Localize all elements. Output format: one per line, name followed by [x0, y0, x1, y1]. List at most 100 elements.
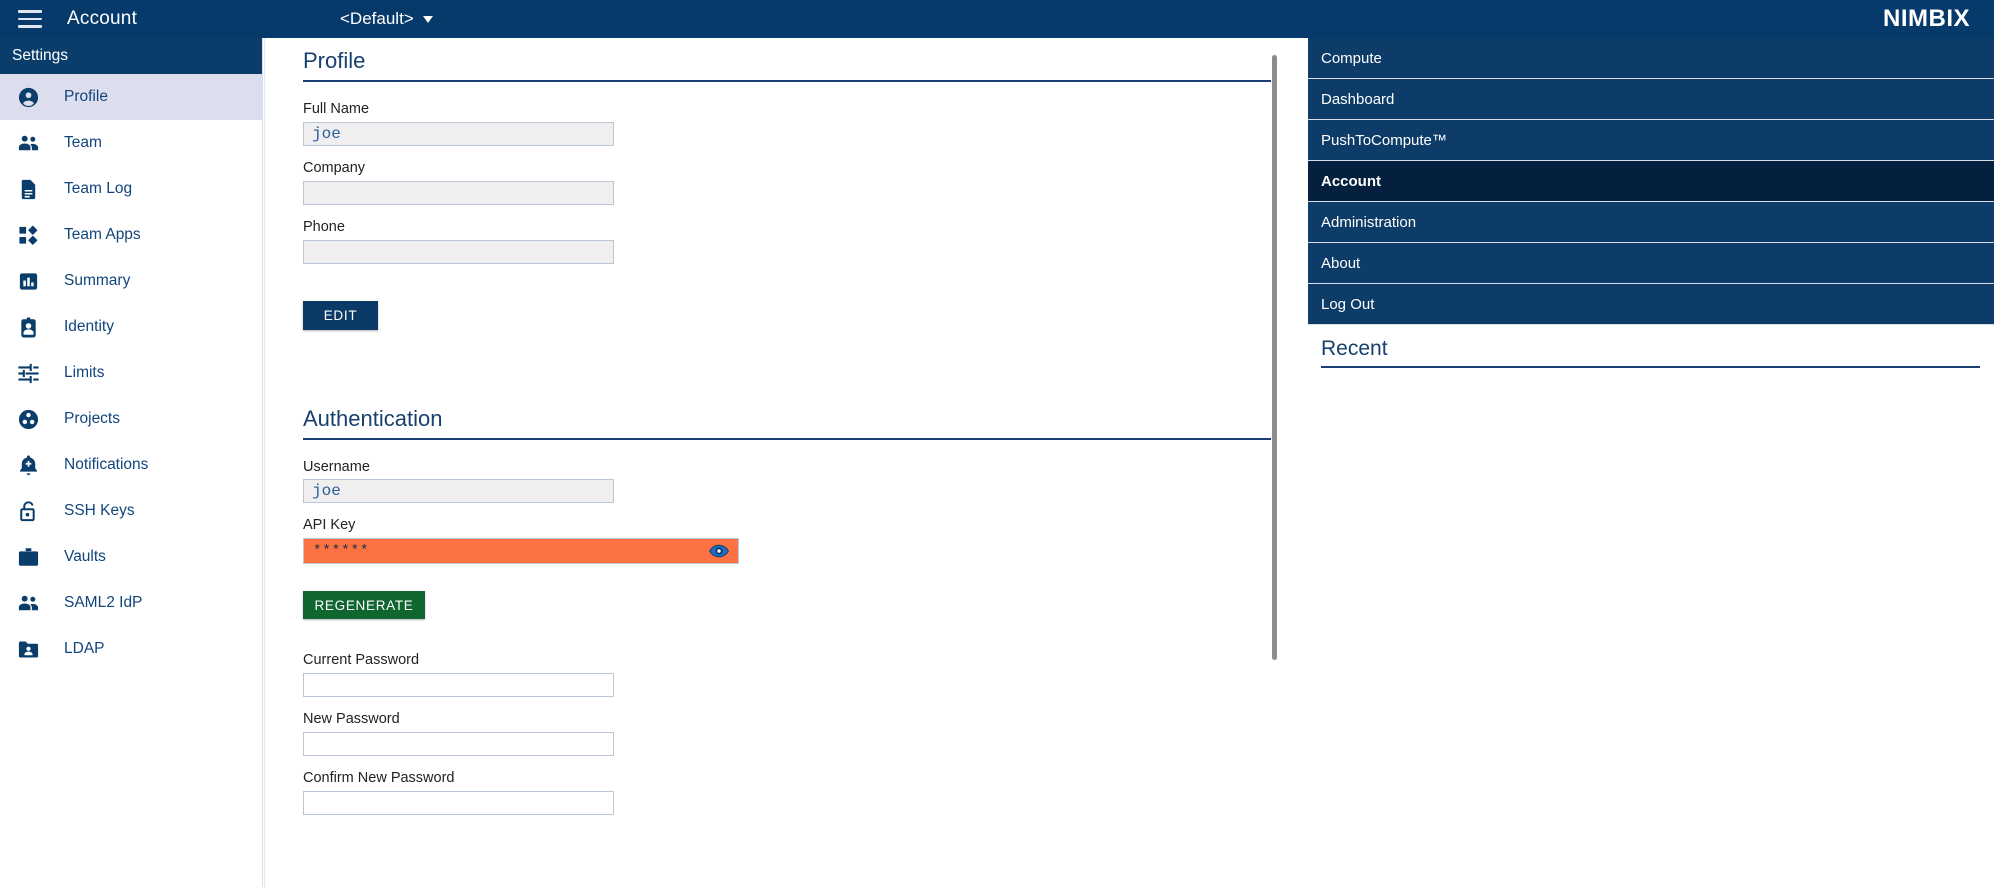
right-nav-item-dashboard[interactable]: Dashboard [1308, 79, 1994, 120]
current-password-input[interactable] [303, 673, 614, 698]
nimbix-logo: NIMBIX [1883, 5, 1970, 32]
sidebar-item-label: Profile [64, 88, 108, 106]
right-nav-item-label: PushToCompute™ [1321, 131, 1447, 149]
sidebar-item-saml2-idp[interactable]: SAML2 IdP [0, 580, 262, 626]
apps-dashboard-icon [14, 221, 42, 249]
right-nav-item-log-out[interactable]: Log Out [1308, 284, 1994, 325]
api-key-masked-value: ****** [313, 543, 370, 560]
confirm-new-password-input[interactable] [303, 790, 614, 815]
username-input[interactable]: joe [303, 479, 614, 504]
sidebar-item-summary[interactable]: Summary [0, 258, 262, 304]
new-password-input[interactable] [303, 731, 614, 756]
right-nav-item-compute[interactable]: Compute [1308, 38, 1994, 79]
right-nav-item-label: About [1321, 254, 1361, 272]
context-selector[interactable]: <Default> [340, 0, 433, 38]
right-nav-item-label: Log Out [1321, 295, 1375, 313]
bell-plus-icon [14, 451, 42, 479]
main-content: Profile Full Name joe Company Phone EDIT… [264, 38, 1309, 887]
sidebar-item-team[interactable]: Team [0, 120, 262, 166]
recent-divider [1321, 366, 1980, 368]
field-username: Username joe [303, 458, 1269, 504]
sidebar-item-label: Notifications [64, 456, 149, 474]
right-nav-item-administration[interactable]: Administration [1308, 202, 1994, 243]
sidebar-item-label: Projects [64, 410, 120, 428]
regenerate-button[interactable]: REGENERATE [303, 591, 425, 620]
recent-title: Recent [1321, 337, 1388, 360]
briefcase-icon [14, 543, 42, 571]
phone-label: Phone [303, 218, 345, 235]
sidebar-item-vaults[interactable]: Vaults [0, 534, 262, 580]
sidebar-item-label: Vaults [64, 548, 106, 566]
context-selector-label: <Default> [340, 9, 414, 28]
company-label: Company [303, 159, 366, 176]
sidebar-item-team-apps[interactable]: Team Apps [0, 212, 262, 258]
sidebar-header: Settings [0, 38, 262, 74]
api-key-label: API Key [303, 517, 356, 534]
main-inner: Profile Full Name joe Company Phone EDIT… [265, 38, 1309, 815]
sidebar-item-profile[interactable]: Profile [0, 74, 262, 120]
sidebar-item-label: Team Log [64, 180, 133, 198]
company-input[interactable] [303, 180, 614, 205]
people-icon [14, 589, 42, 617]
id-badge-icon [14, 313, 42, 341]
right-nav-item-account[interactable]: Account [1308, 161, 1994, 202]
sidebar-item-label: LDAP [64, 640, 105, 658]
full-name-label: Full Name [303, 101, 370, 117]
authentication-section-title: Authentication [303, 405, 443, 431]
sidebar-item-identity[interactable]: Identity [0, 304, 262, 350]
sidebar-item-ssh-keys[interactable]: SSH Keys [0, 488, 262, 534]
sidebar-item-label: SSH Keys [64, 502, 135, 520]
edit-button[interactable]: EDIT [303, 300, 378, 330]
field-new-password: New Password [303, 710, 1269, 756]
profile-section-title: Profile [303, 48, 366, 73]
sidebar-item-label: Team [64, 134, 102, 152]
document-icon [14, 175, 42, 203]
right-nav-item-about[interactable]: About [1308, 243, 1994, 284]
right-nav-list: Compute Dashboard PushToCompute™ Account Adm… [1308, 38, 1994, 325]
top-bar: Account <Default> NIMBIX [0, 0, 1994, 38]
folder-user-icon [14, 635, 42, 663]
api-key-input[interactable]: ****** [303, 538, 739, 565]
field-confirm-new-password: Confirm New Password [303, 769, 1269, 815]
right-nav-item-pushtocompute-[interactable]: PushToCompute™ [1308, 120, 1994, 161]
right-nav-item-label: Account [1321, 172, 1381, 190]
right-nav-panel: Compute Dashboard PushToCompute™ Account Adm… [1308, 38, 1994, 887]
current-password-label: Current Password [303, 652, 420, 669]
right-nav-item-label: Compute [1321, 49, 1382, 67]
field-current-password: Current Password [303, 651, 1269, 698]
bar-chart-icon [14, 267, 42, 295]
top-bar-left: Account [0, 8, 333, 30]
sidebar-item-list: Profile Team Team Log Team Apps Summary Ident… [0, 74, 262, 672]
sidebar-item-label: Summary [64, 272, 131, 290]
right-nav-item-label: Dashboard [1321, 90, 1395, 108]
sidebar-item-projects[interactable]: Projects [0, 396, 262, 442]
sliders-icon [14, 359, 42, 387]
field-phone: Phone [303, 218, 1269, 264]
username-label: Username [303, 458, 370, 475]
new-password-label: New Password [303, 711, 400, 728]
sidebar-item-limits[interactable]: Limits [0, 350, 262, 396]
people-icon [14, 129, 42, 157]
sidebar-item-ldap[interactable]: LDAP [0, 626, 262, 672]
projects-circle-icon [14, 405, 42, 433]
sidebar-item-team-log[interactable]: Team Log [0, 166, 262, 212]
sidebar-item-label: Limits [64, 364, 105, 382]
full-name-input[interactable]: joe [303, 121, 614, 146]
account-circle-icon [14, 83, 42, 111]
sidebar-item-label: SAML2 IdP [64, 594, 143, 612]
app-root: Account <Default> NIMBIX Settings Profil… [0, 0, 1994, 887]
field-api-key: API Key ****** [303, 516, 1269, 565]
right-nav-item-label: Administration [1321, 213, 1417, 231]
authentication-section-divider [303, 437, 1271, 440]
phone-input[interactable] [303, 239, 614, 264]
sidebar-item-notifications[interactable]: Notifications [0, 442, 262, 488]
confirm-new-password-label: Confirm New Password [303, 769, 455, 786]
sidebar-item-label: Team Apps [64, 226, 141, 244]
settings-sidebar: Settings Profile Team Team Log Team Apps Sum… [0, 38, 263, 887]
hamburger-icon[interactable] [18, 10, 42, 28]
eye-visibility-icon[interactable] [709, 544, 729, 558]
page-title: Account [67, 8, 138, 29]
unlock-icon [14, 497, 42, 525]
sidebar-item-label: Identity [64, 318, 114, 336]
field-company: Company [303, 159, 1269, 205]
